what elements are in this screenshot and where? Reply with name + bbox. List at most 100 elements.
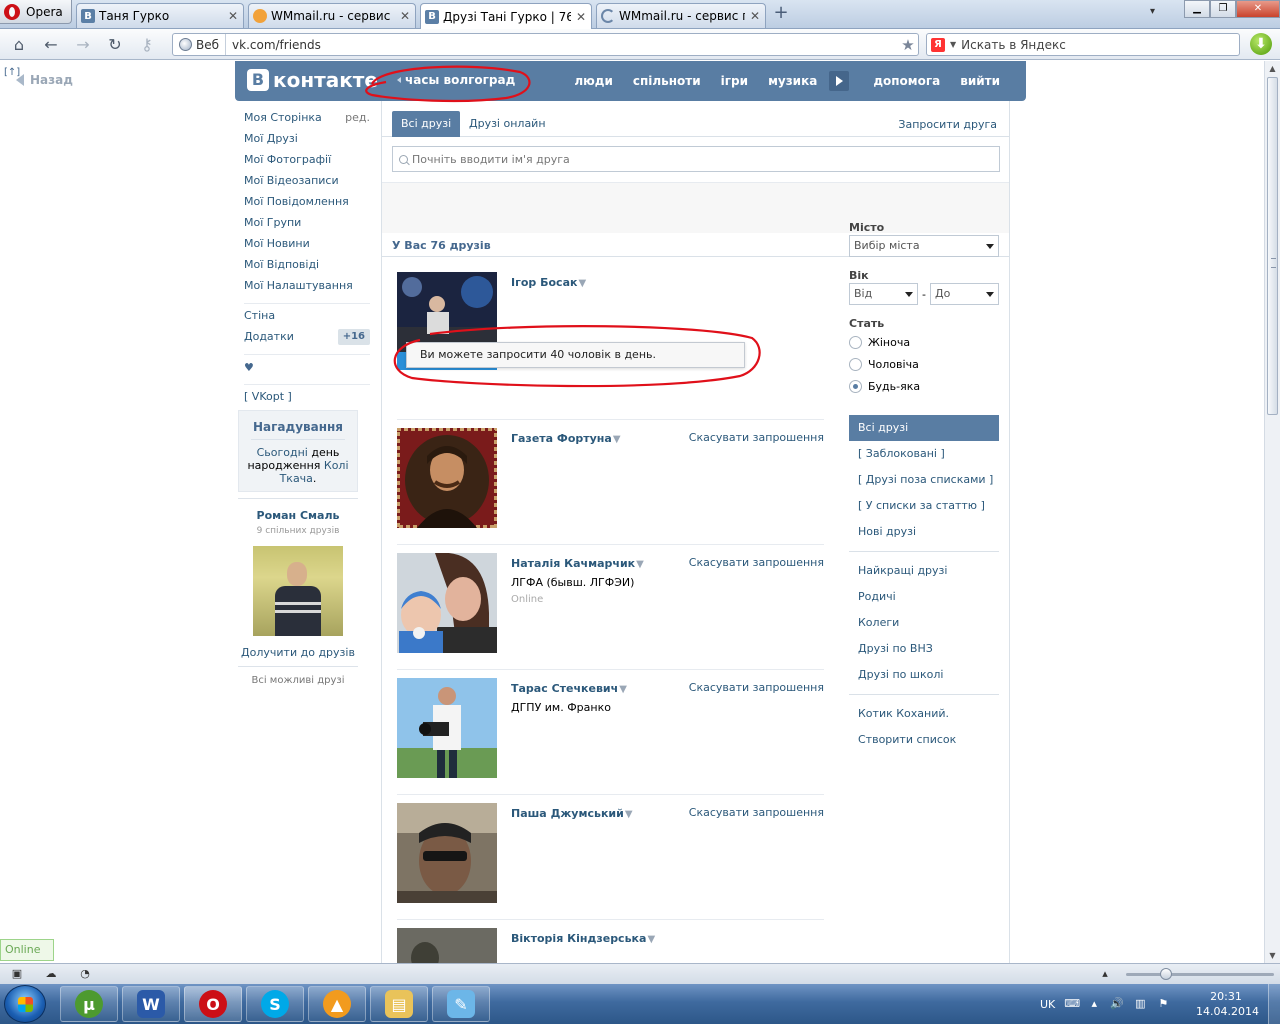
url-text[interactable]: vk.com/friends [226, 38, 898, 52]
friend-name[interactable]: Наталія Качмарчик▼ [511, 557, 644, 570]
cancel-invite-link[interactable]: Скасувати запрошення [689, 556, 824, 569]
menu-my-messages[interactable]: Мої Повідомлення [244, 194, 370, 215]
opera-menu-button[interactable]: Opera [0, 0, 72, 24]
keyboard-language[interactable]: UK [1040, 998, 1055, 1011]
scroll-down-icon[interactable]: ▼ [1265, 948, 1280, 963]
friend-actions-chevron-icon[interactable]: ▼ [613, 434, 621, 445]
list-new-friends[interactable]: Нові друзі [849, 519, 999, 545]
friend-name[interactable]: Ігор Босак▼ [511, 276, 586, 289]
friend-actions-chevron-icon[interactable]: ▼ [636, 559, 644, 570]
vk-logo[interactable]: В контакте [247, 68, 378, 92]
suggested-friend-name[interactable]: Роман Смаль [238, 509, 358, 522]
taskbar-explorer[interactable]: ▤ [370, 986, 428, 1022]
friend-actions-chevron-icon[interactable]: ▼ [578, 278, 586, 289]
friend-name[interactable]: Газета Фортуна▼ [511, 432, 621, 445]
browser-tab-1[interactable]: B Таня Гурко ✕ [76, 3, 244, 28]
menu-my-friends[interactable]: Мої Друзі [244, 131, 370, 152]
cloud-icon[interactable]: ☁ [44, 967, 58, 981]
start-button[interactable] [4, 985, 46, 1023]
zoom-slider[interactable] [1126, 973, 1274, 976]
list-custom[interactable]: Котик Коханий. [849, 701, 999, 727]
tab-friends-online[interactable]: Друзі онлайн [460, 111, 555, 137]
sex-option-male[interactable]: Чоловіча [849, 353, 999, 375]
keyboard-icon[interactable]: ⌨ [1064, 997, 1080, 1011]
friend-photo[interactable] [397, 678, 497, 778]
download-icon[interactable]: ⬇ [1250, 33, 1272, 55]
cancel-invite-link[interactable]: Скасувати запрошення [689, 681, 824, 694]
panel-toggle-icon[interactable]: ▣ [10, 967, 24, 981]
menu-my-photos[interactable]: Мої Фотографії [244, 152, 370, 173]
taskbar-utorrent[interactable]: µ [60, 986, 118, 1022]
nav-people[interactable]: люди [564, 74, 623, 88]
list-university[interactable]: Друзі по ВНЗ [849, 636, 999, 662]
cancel-invite-link[interactable]: Скасувати запрошення [689, 431, 824, 444]
network-icon[interactable]: ▥ [1133, 997, 1147, 1011]
nav-communities[interactable]: спільноти [623, 74, 711, 88]
search-engine-dropdown-icon[interactable]: ▼ [950, 40, 956, 49]
menu-my-answers[interactable]: Мої Відповіді [244, 257, 370, 278]
key-icon[interactable]: ⚷ [136, 34, 158, 56]
taskbar-word[interactable]: W [122, 986, 180, 1022]
menu-wall[interactable]: Стіна [244, 308, 370, 329]
suggested-friend-photo[interactable] [253, 546, 343, 636]
home-icon[interactable]: ⌂ [8, 34, 30, 56]
all-possible-friends-link[interactable]: Всі можливі друзі [238, 675, 358, 686]
back-arrow-icon[interactable]: ← [40, 34, 62, 56]
reload-icon[interactable]: ↻ [104, 34, 126, 56]
bookmark-star-icon[interactable]: ★ [898, 36, 918, 54]
zoom-slider-knob[interactable] [1160, 968, 1172, 980]
restore-button[interactable]: ❐ [1210, 0, 1236, 18]
friend-photo[interactable] [397, 553, 497, 653]
menu-vkopt[interactable]: [ VKopt ] [244, 389, 370, 410]
tab-close-icon[interactable]: ✕ [749, 9, 761, 23]
menu-my-groups[interactable]: Мої Групи [244, 215, 370, 236]
friend-photo[interactable] [397, 428, 497, 528]
action-center-icon[interactable]: ⚑ [1156, 997, 1170, 1011]
sex-option-female[interactable]: Жіноча [849, 331, 999, 353]
friend-name[interactable]: Вікторія Кіндзерська▼ [511, 932, 655, 945]
taskbar-aimp[interactable]: ▲ [308, 986, 366, 1022]
friend-actions-chevron-icon[interactable]: ▼ [619, 684, 627, 695]
browser-tab-2[interactable]: WMmail.ru - сервис п... ✕ [248, 3, 416, 28]
tab-close-icon[interactable]: ✕ [575, 10, 587, 24]
cancel-invite-link[interactable]: Скасувати запрошення [689, 806, 824, 819]
age-to-select[interactable]: До [929, 283, 999, 305]
address-scope[interactable]: Веб [173, 34, 227, 55]
address-bar[interactable]: Веб vk.com/friends ★ [172, 33, 919, 56]
age-from-select[interactable]: Від [849, 283, 918, 305]
list-by-sex[interactable]: [ У списки за статтю ] [849, 493, 999, 519]
friend-photo[interactable] [397, 803, 497, 903]
taskbar-skype[interactable]: S [246, 986, 304, 1022]
taskbar-opera[interactable]: O [184, 986, 242, 1022]
list-best-friends[interactable]: Найкращі друзі [849, 558, 999, 584]
volume-icon[interactable]: 🔊 [1110, 997, 1124, 1011]
user-status[interactable]: часы волгоград [397, 73, 515, 87]
friend-photo[interactable] [397, 928, 497, 963]
tray-expand-icon[interactable]: ▴ [1087, 997, 1101, 1011]
page-scrollbar[interactable]: ▲ ▼ [1264, 61, 1280, 963]
friend-search-input[interactable]: Почніть вводити ім'я друга [392, 146, 1000, 172]
invite-friend-link[interactable]: Запросити друга [898, 118, 997, 131]
back-link[interactable]: Назад [16, 73, 73, 87]
reminder-today-link[interactable]: Сьогодні [257, 446, 308, 459]
heart-icon[interactable]: ♥ [244, 359, 370, 380]
add-friend-link[interactable]: Долучити до друзів [238, 646, 358, 659]
close-window-button[interactable]: ✕ [1236, 0, 1280, 18]
list-blocked[interactable]: [ Заблоковані ] [849, 441, 999, 467]
tab-close-icon[interactable]: ✕ [227, 9, 239, 23]
edit-link[interactable]: ред. [345, 110, 370, 131]
sex-option-any[interactable]: Будь-яка [849, 375, 999, 397]
scroll-up-icon[interactable]: ▲ [1265, 61, 1280, 76]
menu-my-news[interactable]: Мої Новини [244, 236, 370, 257]
menu-apps[interactable]: Додатки +16 [244, 329, 370, 350]
friend-name[interactable]: Тарас Стечкевич▼ [511, 682, 627, 695]
list-relatives[interactable]: Родичі [849, 584, 999, 610]
list-colleagues[interactable]: Колеги [849, 610, 999, 636]
nav-help[interactable]: допомога [863, 74, 950, 88]
friend-name[interactable]: Паша Джумський▼ [511, 807, 633, 820]
online-indicator[interactable]: Online [0, 939, 54, 961]
nav-music[interactable]: музика [758, 74, 827, 88]
browser-tab-4[interactable]: WMmail.ru - сервис п... ✕ [596, 3, 766, 28]
friend-actions-chevron-icon[interactable]: ▼ [647, 934, 655, 945]
music-play-icon[interactable] [829, 71, 850, 91]
